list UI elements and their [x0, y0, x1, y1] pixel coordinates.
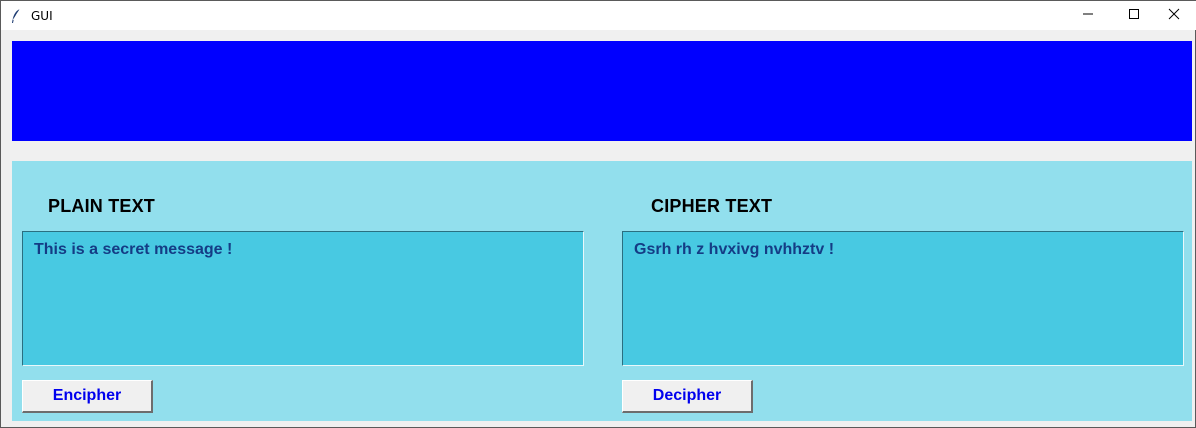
feather-icon: [10, 8, 22, 24]
encipher-button[interactable]: Encipher: [22, 380, 153, 413]
window-title: GUI: [31, 9, 53, 23]
plain-text-label: PLAIN TEXT: [48, 196, 156, 216]
cipher-panel: PLAIN TEXT CIPHER TEXT This is a secret …: [12, 161, 1192, 421]
title-bar: GUI: [1, 0, 1196, 30]
close-icon: [1168, 7, 1180, 25]
decipher-button[interactable]: Decipher: [622, 380, 753, 413]
app-window: GUI PLAIN TEXT CIPHER TEXT This is a sec…: [0, 0, 1196, 428]
plain-text-area[interactable]: This is a secret message !: [22, 231, 584, 366]
minimize-button[interactable]: [1065, 1, 1111, 31]
cipher-text-area[interactable]: Gsrh rh z hvxivg nvhhztv !: [622, 231, 1184, 366]
cipher-text-label: CIPHER TEXT: [651, 196, 773, 216]
minimize-icon: [1082, 7, 1094, 25]
maximize-icon: [1128, 7, 1140, 25]
close-button[interactable]: [1151, 1, 1196, 31]
header-banner: [12, 41, 1192, 141]
